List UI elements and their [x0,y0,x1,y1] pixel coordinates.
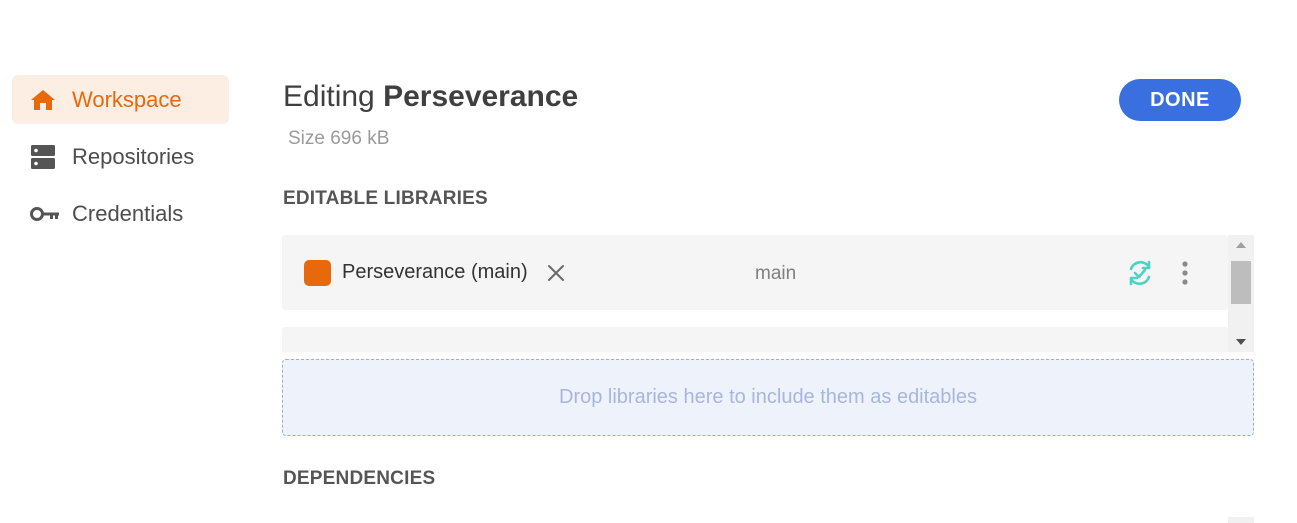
sidebar-item-label: Repositories [72,143,195,169]
sidebar-item-repositories[interactable]: Repositories [12,132,229,181]
page-title: Editing Perseverance [283,80,578,114]
sync-check-icon[interactable] [1125,258,1155,288]
sidebar-item-label: Workspace [72,86,182,112]
workspace-size: Size 696 kB [288,128,390,149]
home-icon [30,87,60,113]
workspace-name: Perseverance [383,80,579,113]
dependencies-scrollbar[interactable] [1228,517,1254,523]
dependencies-heading: DEPENDENCIES [283,468,436,489]
library-drop-zone[interactable]: Drop libraries here to include them as e… [282,359,1254,436]
scroll-up-arrow-icon[interactable] [1228,235,1254,255]
more-vertical-icon[interactable] [1178,351,1192,352]
library-branch: main [755,263,797,284]
library-row[interactable]: Perseverance (main) main [282,235,1228,310]
key-icon [30,201,60,227]
library-list-scrollbar[interactable] [1228,235,1254,352]
close-icon[interactable] [546,263,566,283]
scroll-down-arrow-icon[interactable] [1228,332,1254,352]
library-row[interactable] [282,327,1228,352]
server-icon [30,144,60,170]
title-prefix: Editing [283,80,375,113]
sidebar: Workspace Repositories Credentials [12,75,229,246]
library-name: Perseverance (main) [342,261,528,283]
sidebar-item-label: Credentials [72,200,184,226]
library-color-swatch [304,260,331,286]
drop-zone-text: Drop libraries here to include them as e… [559,386,977,408]
done-button[interactable]: DONE [1119,79,1241,121]
scrollbar-thumb[interactable] [1231,261,1251,304]
more-vertical-icon[interactable] [1178,259,1192,287]
sidebar-item-workspace[interactable]: Workspace [12,75,229,124]
editable-library-list[interactable]: Perseverance (main) main [282,235,1254,352]
sidebar-item-credentials[interactable]: Credentials [12,189,229,238]
editable-libraries-heading: EDITABLE LIBRARIES [283,188,488,209]
